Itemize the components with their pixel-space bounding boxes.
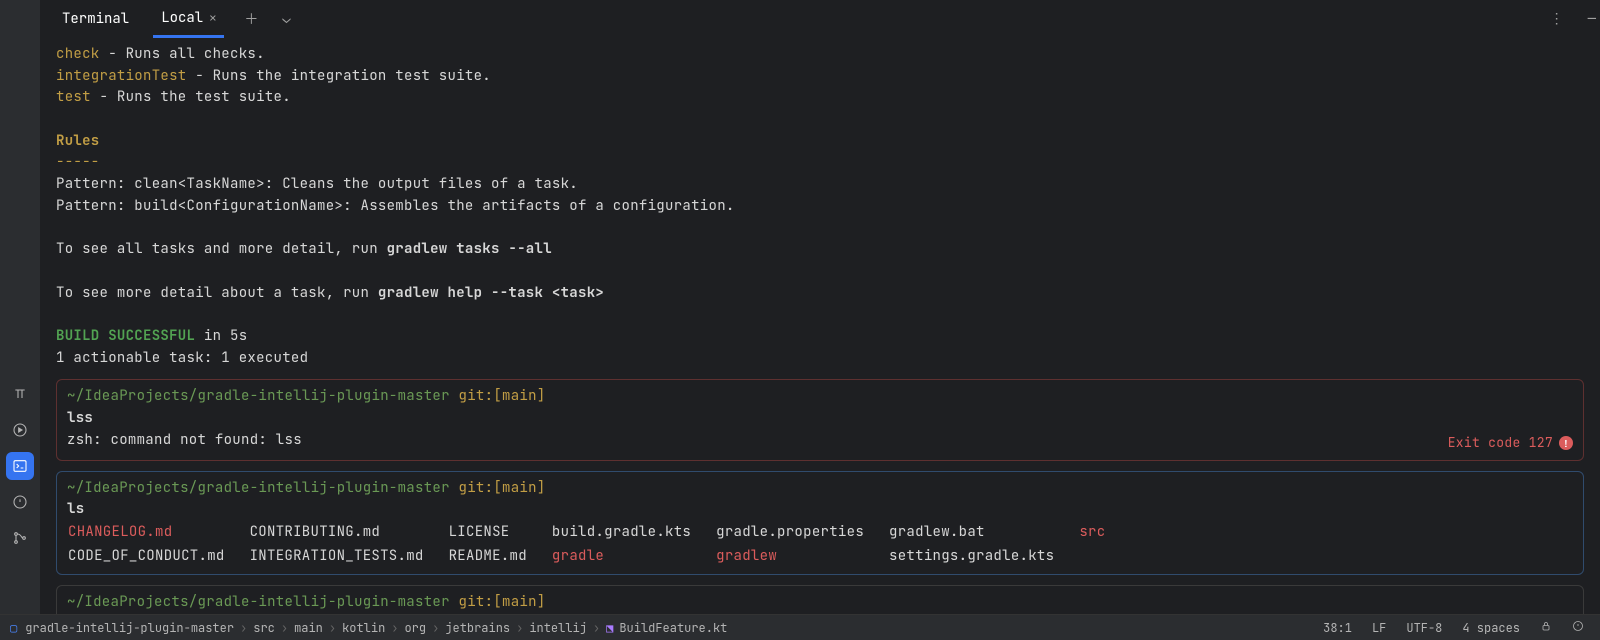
error-command: lss — [67, 409, 93, 427]
module-icon: ▢ — [10, 620, 17, 636]
crumb[interactable]: kotlin — [342, 620, 385, 636]
chevron-right-icon: › — [391, 620, 398, 636]
tool-problems[interactable] — [6, 488, 34, 516]
error-badge-icon: ! — [1559, 436, 1573, 450]
tool-terminal[interactable] — [6, 452, 34, 480]
prompt-block: ~/IdeaProjects/gradle-intellij-plugin-ma… — [56, 585, 1584, 614]
ls-entry: gradlew — [715, 545, 888, 569]
prompt-git: git: — [450, 387, 494, 405]
lock-icon[interactable] — [1534, 620, 1558, 636]
indent-setting[interactable]: 4 spaces — [1456, 620, 1526, 636]
warning-icon[interactable] — [1566, 620, 1590, 636]
ls-entry: CONTRIBUTING.md — [249, 521, 448, 545]
line-separator[interactable]: LF — [1366, 620, 1392, 636]
prompt-path: ~/IdeaProjects/gradle-intellij-plugin-ma… — [67, 479, 450, 497]
ls-entry: settings.gradle.kts — [888, 545, 1078, 569]
rules-heading: Rules — [56, 132, 100, 150]
file-encoding[interactable]: UTF-8 — [1400, 620, 1448, 636]
tool-vcs[interactable] — [6, 524, 34, 552]
ls-entry: gradle — [551, 545, 715, 569]
ls-block: ~/IdeaProjects/gradle-intellij-plugin-ma… — [56, 471, 1584, 576]
kotlin-file-icon: ⬔ — [606, 620, 613, 636]
tab-terminal[interactable]: Terminal — [54, 0, 137, 38]
exit-code-label: Exit code 127 — [1448, 433, 1553, 453]
hint-pre: To see all tasks and more detail, run — [56, 240, 387, 258]
crumb[interactable]: jetbrains — [445, 620, 510, 636]
prompt-path: ~/IdeaProjects/gradle-intellij-plugin-ma… — [67, 387, 450, 405]
crumb[interactable]: main — [294, 620, 323, 636]
build-success: BUILD SUCCESSFUL — [56, 327, 195, 345]
crumb[interactable]: org — [404, 620, 426, 636]
terminal-output[interactable]: check - Runs all checks. integrationTest… — [40, 38, 1600, 614]
chevron-right-icon: › — [432, 620, 439, 636]
status-bar: ▢ gradle-intellij-plugin-master › src › ma… — [0, 614, 1600, 640]
task-desc: - Runs the test suite. — [91, 88, 291, 106]
crumb[interactable]: intellij — [529, 620, 587, 636]
tool-typography[interactable] — [6, 380, 34, 408]
caret-position[interactable]: 38:1 — [1317, 620, 1358, 636]
task-desc: - Runs the integration test suite. — [187, 67, 492, 85]
chevron-right-icon: › — [593, 620, 600, 636]
prompt-branch: [main] — [493, 387, 545, 405]
task-name: test — [56, 88, 91, 106]
prompt-branch: [main] — [493, 479, 545, 497]
hint-bold: gradlew tasks --all — [387, 240, 552, 258]
breadcrumb[interactable]: gradle-intellij-plugin-master › src › main… — [25, 620, 727, 636]
tool-run[interactable] — [6, 416, 34, 444]
terminal-tabbar: Terminal Local ✕ ＋ ⌄ ⋮ — — [40, 0, 1600, 38]
tab-close-icon[interactable]: ✕ — [209, 10, 216, 26]
table-row: CODE_OF_CONDUCT.md INTEGRATION_TESTS.md … — [67, 545, 1129, 569]
terminal-panel: Terminal Local ✕ ＋ ⌄ ⋮ — check - Runs al… — [40, 0, 1600, 614]
ls-entry: LICENSE — [448, 521, 551, 545]
prompt-git: git: — [450, 593, 494, 611]
chevron-right-icon: › — [329, 620, 336, 636]
tab-local[interactable]: Local ✕ — [153, 0, 224, 38]
ls-entry — [1078, 545, 1129, 569]
hint-pre: To see more detail about a task, run — [56, 284, 378, 302]
tab-local-label: Local — [161, 9, 203, 27]
ls-entry: build.gradle.kts — [551, 521, 715, 545]
ls-entry: README.md — [448, 545, 551, 569]
tab-dropdown-button[interactable]: ⌄ — [278, 6, 294, 32]
chevron-right-icon: › — [516, 620, 523, 636]
rules-dash: ----- — [56, 153, 100, 171]
task-name: check — [56, 45, 100, 63]
minimize-panel-button[interactable]: — — [1584, 6, 1600, 32]
ls-command: ls — [67, 500, 84, 518]
ls-entry: src — [1078, 521, 1129, 545]
task-name: integrationTest — [56, 67, 187, 85]
tab-terminal-label: Terminal — [62, 10, 129, 28]
chevron-right-icon: › — [240, 620, 247, 636]
task-desc: - Runs all checks. — [100, 45, 265, 63]
table-row: CHANGELOG.md CONTRIBUTING.md LICENSE bui… — [67, 521, 1129, 545]
error-block: ~/IdeaProjects/gradle-intellij-plugin-ma… — [56, 379, 1584, 460]
chevron-right-icon: › — [281, 620, 288, 636]
build-tasks-line: 1 actionable task: 1 executed — [56, 349, 308, 367]
more-actions-button[interactable]: ⋮ — [1546, 6, 1568, 32]
hint-bold: gradlew help --task <task> — [378, 284, 604, 302]
new-tab-button[interactable]: ＋ — [240, 5, 262, 33]
rule-line: Pattern: build<ConfigurationName>: Assem… — [56, 197, 735, 215]
ls-entry: INTEGRATION_TESTS.md — [249, 545, 448, 569]
crumb[interactable]: src — [253, 620, 275, 636]
ls-entry: CHANGELOG.md — [67, 521, 249, 545]
ls-table: CHANGELOG.md CONTRIBUTING.md LICENSE bui… — [67, 521, 1129, 568]
prompt-git: git: — [450, 479, 494, 497]
ls-entry: CODE_OF_CONDUCT.md — [67, 545, 249, 569]
build-time: in 5s — [195, 327, 247, 345]
prompt-branch: [main] — [493, 593, 545, 611]
left-tool-stripe — [0, 0, 40, 614]
ls-entry: gradlew.bat — [888, 521, 1078, 545]
ls-entry: gradle.properties — [715, 521, 888, 545]
crumb[interactable]: BuildFeature.kt — [619, 620, 727, 636]
crumb[interactable]: gradle-intellij-plugin-master — [25, 620, 234, 636]
prompt-path: ~/IdeaProjects/gradle-intellij-plugin-ma… — [67, 593, 450, 611]
rule-line: Pattern: clean<TaskName>: Cleans the out… — [56, 175, 578, 193]
